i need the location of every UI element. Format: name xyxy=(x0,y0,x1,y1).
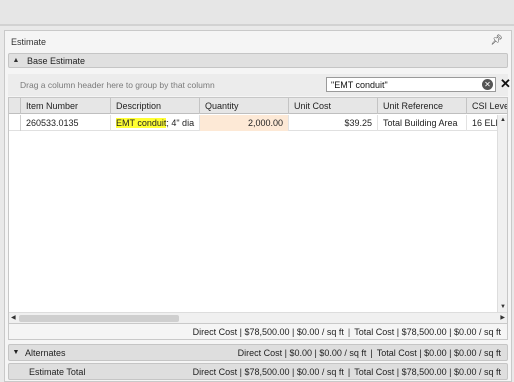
column-header-unit-cost[interactable]: Unit Cost xyxy=(289,98,378,114)
cell-item-number[interactable]: 260533.0135 xyxy=(21,115,111,131)
cell-description[interactable]: EMT conduit; 4" dia xyxy=(111,115,200,131)
scroll-right-icon[interactable]: ▶ xyxy=(500,314,505,321)
grid-header: Item Number Description Quantity Unit Co… xyxy=(9,98,507,114)
column-header-csi-level[interactable]: CSI Level xyxy=(467,98,507,114)
estimate-total-label: Estimate Total xyxy=(29,366,86,377)
column-header-description[interactable]: Description xyxy=(111,98,200,114)
alternates-header[interactable]: ▼ Alternates Direct Cost | $0.00 | $0.00… xyxy=(8,344,508,361)
base-estimate-totals: Direct Cost | $78,500.00 | $0.00 / sq ft… xyxy=(8,323,508,340)
search-highlight: EMT conduit xyxy=(116,118,167,128)
row-selector-header xyxy=(9,98,21,114)
clear-search-icon[interactable]: ✕ xyxy=(482,79,493,90)
base-estimate-label: Base Estimate xyxy=(27,55,86,66)
scroll-up-icon[interactable]: ▲ xyxy=(498,117,508,123)
top-strip xyxy=(0,0,514,26)
column-header-item-number[interactable]: Item Number xyxy=(21,98,111,114)
scroll-down-icon[interactable]: ▼ xyxy=(498,304,508,310)
alternates-direct-cost: Direct Cost | $0.00 | $0.00 / sq ft xyxy=(237,347,367,358)
search-value: "EMT conduit" xyxy=(331,79,388,90)
base-direct-cost: Direct Cost | $78,500.00 | $0.00 / sq ft xyxy=(192,326,344,337)
horizontal-scroll-thumb[interactable] xyxy=(19,315,179,322)
chevron-up-icon[interactable]: ▲ xyxy=(9,57,23,64)
column-header-unit-reference[interactable]: Unit Reference xyxy=(378,98,467,114)
alternates-label: Alternates xyxy=(25,347,66,358)
estimate-panel: Estimate 📌︎ ▲ Base Estimate Drag a colum… xyxy=(4,30,512,382)
vertical-scrollbar[interactable]: ▲ ▼ xyxy=(497,115,507,312)
scroll-left-icon[interactable]: ◀ xyxy=(11,314,16,321)
group-by-panel[interactable]: Drag a column header here to group by th… xyxy=(8,74,511,96)
base-total-cost: Total Cost | $78,500.00 | $0.00 / sq ft xyxy=(354,326,501,337)
panel-title: Estimate xyxy=(11,37,47,47)
estimate-grid: Item Number Description Quantity Unit Co… xyxy=(8,97,508,325)
description-text: ; 4" dia xyxy=(166,118,195,128)
group-by-hint: Drag a column header here to group by th… xyxy=(20,80,215,90)
estimate-total-cost: Total Cost | $78,500.00 | $0.00 / sq ft xyxy=(354,366,501,377)
alternates-total-cost: Total Cost | $0.00 | $0.00 / sq ft xyxy=(376,347,501,358)
table-row[interactable]: 260533.0135 EMT conduit; 4" dia 2,000.00… xyxy=(9,115,507,131)
column-header-quantity[interactable]: Quantity xyxy=(200,98,289,114)
row-selector[interactable] xyxy=(9,115,21,131)
estimate-direct-cost: Direct Cost | $78,500.00 | $0.00 / sq ft xyxy=(192,366,344,377)
chevron-down-icon[interactable]: ▼ xyxy=(9,349,23,356)
base-estimate-header[interactable]: ▲ Base Estimate xyxy=(8,53,508,68)
estimate-total-bar: Estimate Total Direct Cost | $78,500.00 … xyxy=(8,363,508,380)
close-icon[interactable]: ✕ xyxy=(500,76,511,92)
pin-icon[interactable]: 📌︎ xyxy=(490,35,503,46)
cell-quantity[interactable]: 2,000.00 xyxy=(200,115,289,131)
cell-unit-reference[interactable]: Total Building Area xyxy=(378,115,467,131)
cell-unit-cost[interactable]: $39.25 xyxy=(289,115,378,131)
search-input[interactable]: "EMT conduit" ✕ xyxy=(326,77,496,92)
